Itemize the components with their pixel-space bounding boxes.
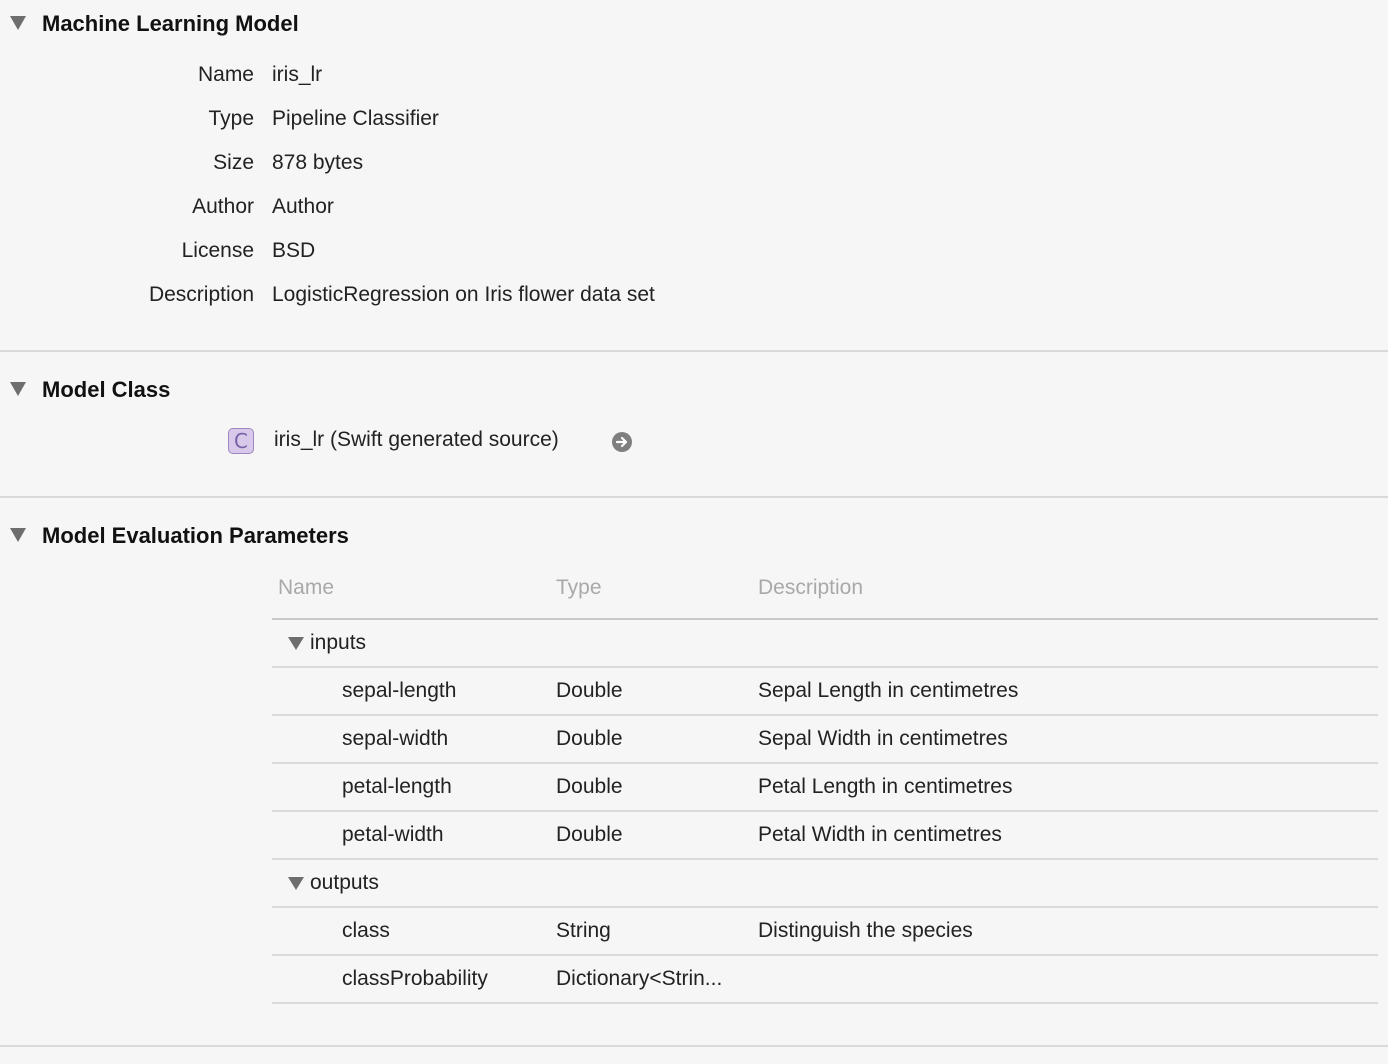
param-type: Double <box>556 679 623 702</box>
section-title-eval-params[interactable]: Model Evaluation Parameters <box>42 523 349 549</box>
param-name: petal-length <box>342 775 452 798</box>
section-title-ml-model[interactable]: Machine Learning Model <box>42 11 299 37</box>
param-name: petal-width <box>342 823 444 846</box>
row-divider <box>272 954 1378 956</box>
param-type: Dictionary<Strin... <box>556 967 723 990</box>
table-header-divider <box>272 618 1378 620</box>
param-name: sepal-width <box>342 727 449 750</box>
row-divider <box>272 858 1378 860</box>
column-header-description[interactable]: Description <box>758 576 863 600</box>
field-label-author: Author <box>192 195 254 218</box>
arrow-right-circle-icon[interactable] <box>612 432 632 452</box>
group-label-outputs[interactable]: outputs <box>310 871 379 895</box>
param-type: Double <box>556 775 623 798</box>
disclosure-triangle-icon[interactable] <box>10 382 26 396</box>
section-divider <box>0 350 1388 352</box>
field-value-type: Pipeline Classifier <box>272 107 439 130</box>
row-divider <box>272 762 1378 764</box>
param-description: Sepal Width in centimetres <box>758 727 1008 750</box>
column-header-type[interactable]: Type <box>556 576 602 600</box>
section-divider <box>0 496 1388 498</box>
field-label-description: Description <box>148 283 254 306</box>
field-value-name: iris_lr <box>272 63 323 86</box>
param-description: Petal Length in centimetres <box>758 775 1013 798</box>
disclosure-triangle-icon[interactable] <box>10 528 26 542</box>
group-disclosure-triangle-icon[interactable] <box>288 637 304 650</box>
section-title-model-class[interactable]: Model Class <box>42 377 170 403</box>
group-label-inputs[interactable]: inputs <box>310 631 366 655</box>
param-description: Distinguish the species <box>758 919 973 942</box>
column-header-name[interactable]: Name <box>278 576 334 600</box>
param-description: Sepal Length in centimetres <box>758 679 1019 702</box>
field-label-name: Name <box>197 63 254 86</box>
param-name: class <box>342 919 390 942</box>
model-class-link[interactable]: iris_lr (Swift generated source) <box>274 428 559 452</box>
section-divider <box>0 1045 1388 1047</box>
row-divider <box>272 810 1378 812</box>
class-c-icon: C <box>228 428 254 454</box>
field-value-license: BSD <box>272 239 316 262</box>
row-divider <box>272 714 1378 716</box>
field-label-type: Type <box>208 107 254 130</box>
param-type: Double <box>556 727 623 750</box>
param-type: String <box>556 919 611 942</box>
field-value-description: LogisticRegression on Iris flower data s… <box>272 283 655 306</box>
param-description: Petal Width in centimetres <box>758 823 1002 846</box>
field-value-author: Author <box>272 195 334 218</box>
row-divider <box>272 666 1378 668</box>
row-divider <box>272 906 1378 908</box>
group-disclosure-triangle-icon[interactable] <box>288 877 304 890</box>
field-value-size: 878 bytes <box>272 151 364 174</box>
disclosure-triangle-icon[interactable] <box>10 16 26 30</box>
field-label-size: Size <box>213 151 254 174</box>
param-type: Double <box>556 823 623 846</box>
field-label-license: License <box>181 239 254 262</box>
row-divider <box>272 1002 1378 1004</box>
model-inspector: Machine Learning Model Name iris_lr Type… <box>0 0 1388 1064</box>
param-name: classProbability <box>342 967 488 990</box>
param-name: sepal-length <box>342 679 457 702</box>
